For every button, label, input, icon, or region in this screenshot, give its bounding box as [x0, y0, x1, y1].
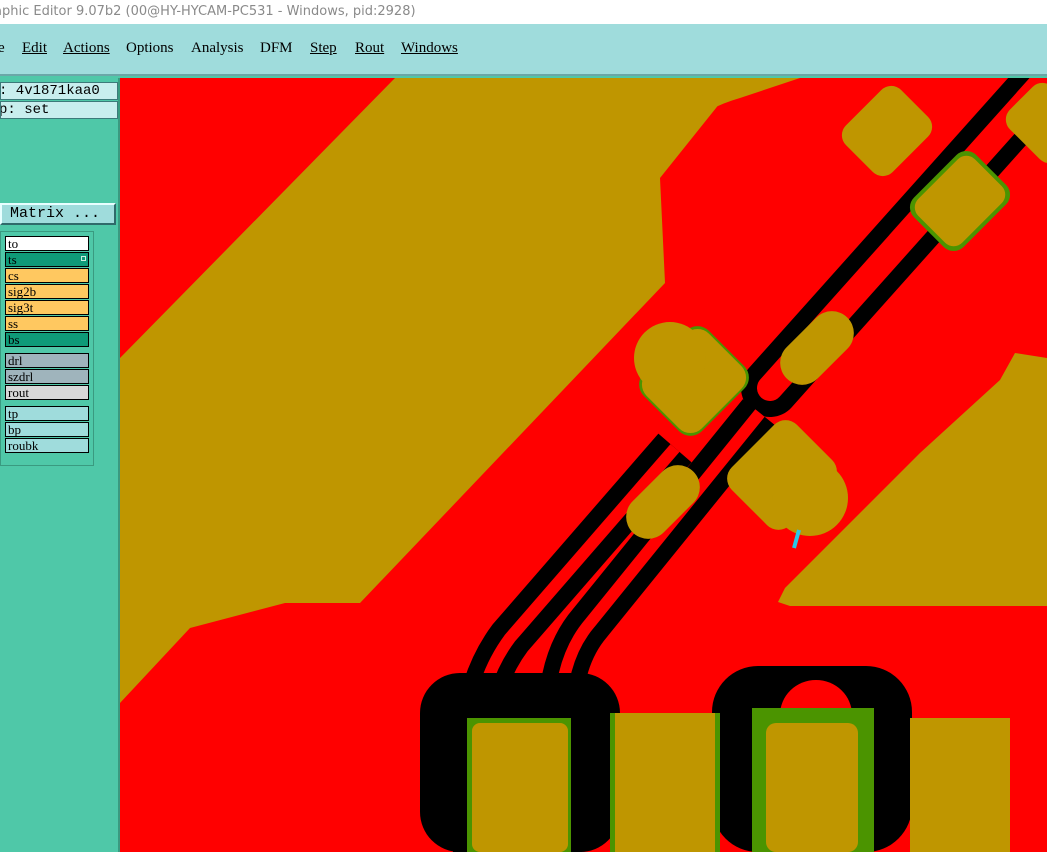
menu-file[interactable]: e	[0, 40, 5, 57]
layer-tp[interactable]: tp	[5, 406, 89, 421]
window-title-bar: aphic Editor 9.07b2 (00@HY-HYCAM-PC531 -…	[0, 0, 1047, 24]
menu-analysis[interactable]: Analysis	[191, 40, 244, 57]
layer-cs[interactable]: cs	[5, 268, 89, 283]
finger-pad-1	[472, 723, 568, 852]
layer-ss[interactable]: ss	[5, 316, 89, 331]
layer-szdrl[interactable]: szdrl	[5, 369, 89, 384]
layer-bp[interactable]: bp	[5, 422, 89, 437]
active-layer-marker	[81, 256, 86, 261]
layer-roubk[interactable]: roubk	[5, 438, 89, 453]
finger-pad-2	[615, 713, 715, 852]
round-pad-left	[634, 322, 706, 394]
job-name-field: : 4v1871kaa0	[0, 82, 118, 100]
menu-bar: e Edit Actions Options Analysis DFM Step…	[0, 24, 1047, 76]
menu-actions[interactable]: Actions	[63, 40, 110, 57]
layer-to[interactable]: to	[5, 236, 89, 251]
finger-pad-3	[766, 723, 858, 852]
menu-step[interactable]: Step	[310, 40, 337, 57]
layer-drl[interactable]: drl	[5, 353, 89, 368]
layer-bs[interactable]: bs	[5, 332, 89, 347]
pcb-layout-view	[120, 78, 1047, 852]
finger-pad-4	[910, 718, 1010, 852]
round-pad-right	[772, 460, 848, 536]
menu-rout[interactable]: Rout	[355, 40, 384, 57]
layer-rout[interactable]: rout	[5, 385, 89, 400]
layer-sig2b[interactable]: sig2b	[5, 284, 89, 299]
graphic-canvas[interactable]	[120, 78, 1047, 852]
menu-options[interactable]: Options	[126, 40, 174, 57]
step-field: p: set	[0, 101, 118, 119]
menu-dfm[interactable]: DFM	[260, 40, 293, 57]
matrix-button[interactable]: Matrix ...	[0, 203, 116, 225]
menu-windows[interactable]: Windows	[401, 40, 458, 57]
layer-sig3t[interactable]: sig3t	[5, 300, 89, 315]
layer-list: to ts cs sig2b sig3t ss bs drl szdrl rou…	[0, 231, 94, 466]
left-panel: : 4v1871kaa0 p: set Matrix ... to ts cs …	[0, 78, 120, 852]
menu-edit[interactable]: Edit	[22, 40, 47, 57]
layer-ts[interactable]: ts	[5, 252, 89, 267]
window-title: aphic Editor 9.07b2 (00@HY-HYCAM-PC531 -…	[0, 4, 416, 19]
